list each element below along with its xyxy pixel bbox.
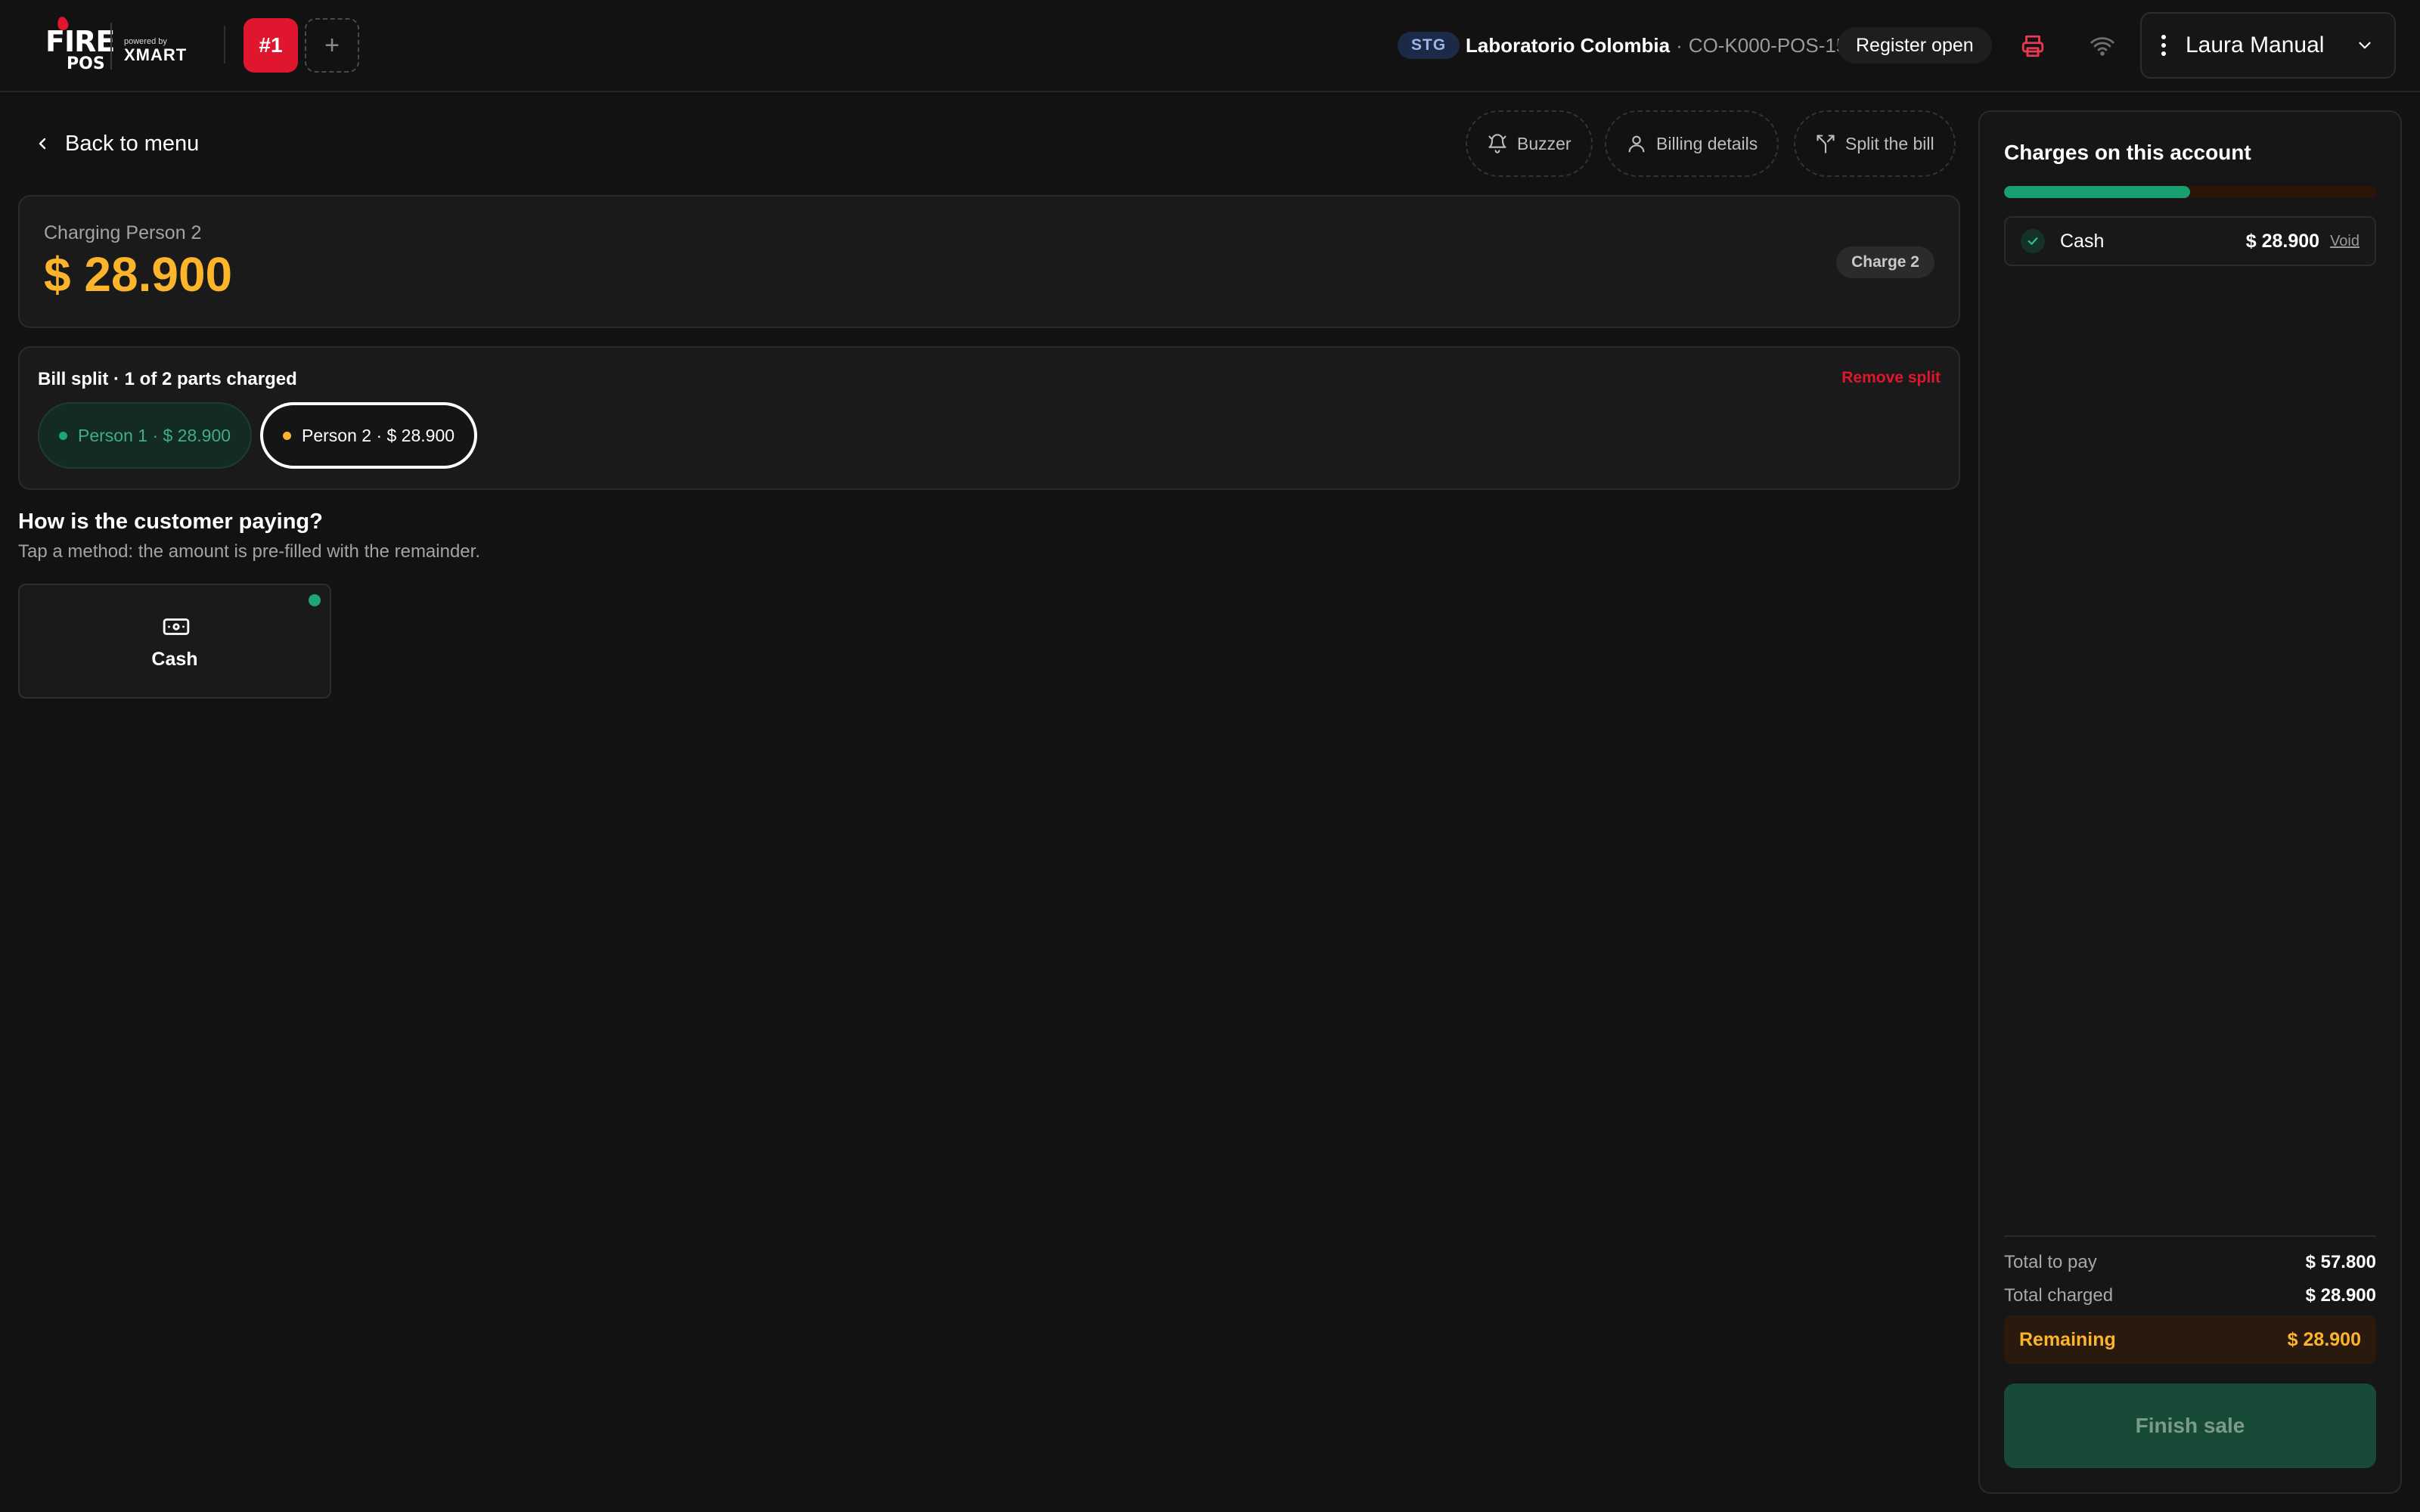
header-divider xyxy=(224,26,225,64)
add-order-tab-button[interactable]: + xyxy=(305,18,359,73)
charge-row: Cash $ 28.900 Void xyxy=(2004,216,2376,266)
logo-divider xyxy=(110,23,112,70)
active-status-dot xyxy=(283,431,291,440)
firepos-logo: FIRE POS powered by XMART xyxy=(44,15,188,74)
split-title: Bill split · 1 of 2 parts charged xyxy=(38,369,297,389)
chevron-left-icon xyxy=(39,138,46,150)
logo-fire-text: FIRE xyxy=(45,25,115,58)
environment-badge: STG xyxy=(1398,32,1460,59)
bell-icon xyxy=(1488,134,1506,153)
user-name: Laura Manual xyxy=(2186,33,2325,57)
sidebar-divider xyxy=(2004,1235,2376,1237)
printer-icon xyxy=(2021,35,2044,57)
total-charged-value: $ 28.900 xyxy=(2305,1285,2376,1306)
total-to-pay-label: Total to pay xyxy=(2004,1252,2097,1272)
buzzer-button[interactable]: Buzzer xyxy=(1466,110,1593,177)
store-name: Laboratorio Colombia xyxy=(1466,33,1671,57)
split-part-person-2[interactable]: Person 2 · $ 28.900 xyxy=(260,402,478,469)
order-tab[interactable]: #1 xyxy=(244,18,298,73)
check-icon xyxy=(2021,229,2045,253)
void-charge-link[interactable]: Void xyxy=(2330,233,2360,250)
charge-label: Charging Person 2 xyxy=(44,222,202,243)
charges-sidebar: Charges on this account Cash $ 28.900 Vo… xyxy=(1978,110,2402,1494)
top-bar: FIRE POS powered by XMART #1 + STG Labor… xyxy=(0,0,2420,92)
bill-split-card: Bill split · 1 of 2 parts charged Remove… xyxy=(18,346,1960,490)
charge-number-badge: Charge 2 xyxy=(1836,246,1934,278)
split-bill-label: Split the bill xyxy=(1845,133,1934,153)
remaining-value: $ 28.900 xyxy=(2287,1328,2361,1350)
billing-details-button[interactable]: Billing details xyxy=(1605,110,1779,177)
total-to-pay-row: Total to pay $ 57.800 xyxy=(2004,1252,2376,1273)
user-menu-button[interactable]: Laura Manual xyxy=(2140,12,2396,79)
payment-progress-fill xyxy=(2004,186,2190,198)
billing-details-label: Billing details xyxy=(1656,133,1758,153)
back-to-menu-link[interactable]: Back to menu xyxy=(33,127,199,160)
wifi-status-button[interactable] xyxy=(2084,29,2121,64)
charge-amount: $ 28.900 xyxy=(44,247,233,302)
logo-partner: XMART xyxy=(124,45,188,64)
split-part-person-1[interactable]: Person 1 · $ 28.900 xyxy=(38,402,253,469)
remaining-label: Remaining xyxy=(2019,1328,2116,1350)
charge-summary-card: Charging Person 2 $ 28.900 Charge 2 xyxy=(18,195,1960,328)
buzzer-label: Buzzer xyxy=(1517,133,1571,153)
printer-button[interactable] xyxy=(2015,29,2051,64)
store-info: Laboratorio Colombia · CO-K000-POS-15 xyxy=(1466,33,1847,57)
available-indicator-dot xyxy=(309,594,321,606)
payment-progress-bar xyxy=(2004,186,2376,198)
logo-pos-text: POS xyxy=(67,54,105,73)
split-part-label: Person 2 · $ 28.900 xyxy=(302,425,455,445)
charged-status-dot xyxy=(59,431,67,440)
back-label: Back to menu xyxy=(65,131,200,156)
user-icon xyxy=(1628,135,1645,153)
payment-subheading: Tap a method: the amount is pre-filled w… xyxy=(18,541,480,562)
register-status-button[interactable]: Register open xyxy=(1838,27,1992,64)
split-part-label: Person 1 · $ 28.900 xyxy=(78,425,231,445)
charge-amount: $ 28.900 xyxy=(2245,230,2320,252)
store-separator: · xyxy=(1676,33,1683,57)
sidebar-title: Charges on this account xyxy=(2004,141,2251,164)
chevron-down-icon xyxy=(2359,42,2371,49)
total-charged-row: Total charged $ 28.900 xyxy=(2004,1285,2376,1306)
payment-method-label: Cash xyxy=(151,649,198,670)
split-icon xyxy=(1817,135,1835,153)
kebab-menu-icon xyxy=(2161,35,2166,56)
wifi-icon xyxy=(2090,37,2114,56)
payment-method-cash[interactable]: Cash xyxy=(18,584,331,699)
plus-icon: + xyxy=(324,30,340,60)
split-bill-button[interactable]: Split the bill xyxy=(1794,110,1956,177)
total-to-pay-value: $ 57.800 xyxy=(2305,1252,2376,1272)
finish-sale-button[interactable]: Finish sale xyxy=(2004,1383,2376,1468)
payment-heading: How is the customer paying? xyxy=(18,510,323,534)
remaining-row: Remaining $ 28.900 xyxy=(2004,1315,2376,1364)
charge-method: Cash xyxy=(2060,230,2105,252)
cash-icon xyxy=(163,618,190,635)
total-charged-label: Total charged xyxy=(2004,1285,2114,1306)
store-code: CO-K000-POS-15 xyxy=(1688,33,1848,57)
remove-split-button[interactable]: Remove split xyxy=(1841,369,1941,387)
